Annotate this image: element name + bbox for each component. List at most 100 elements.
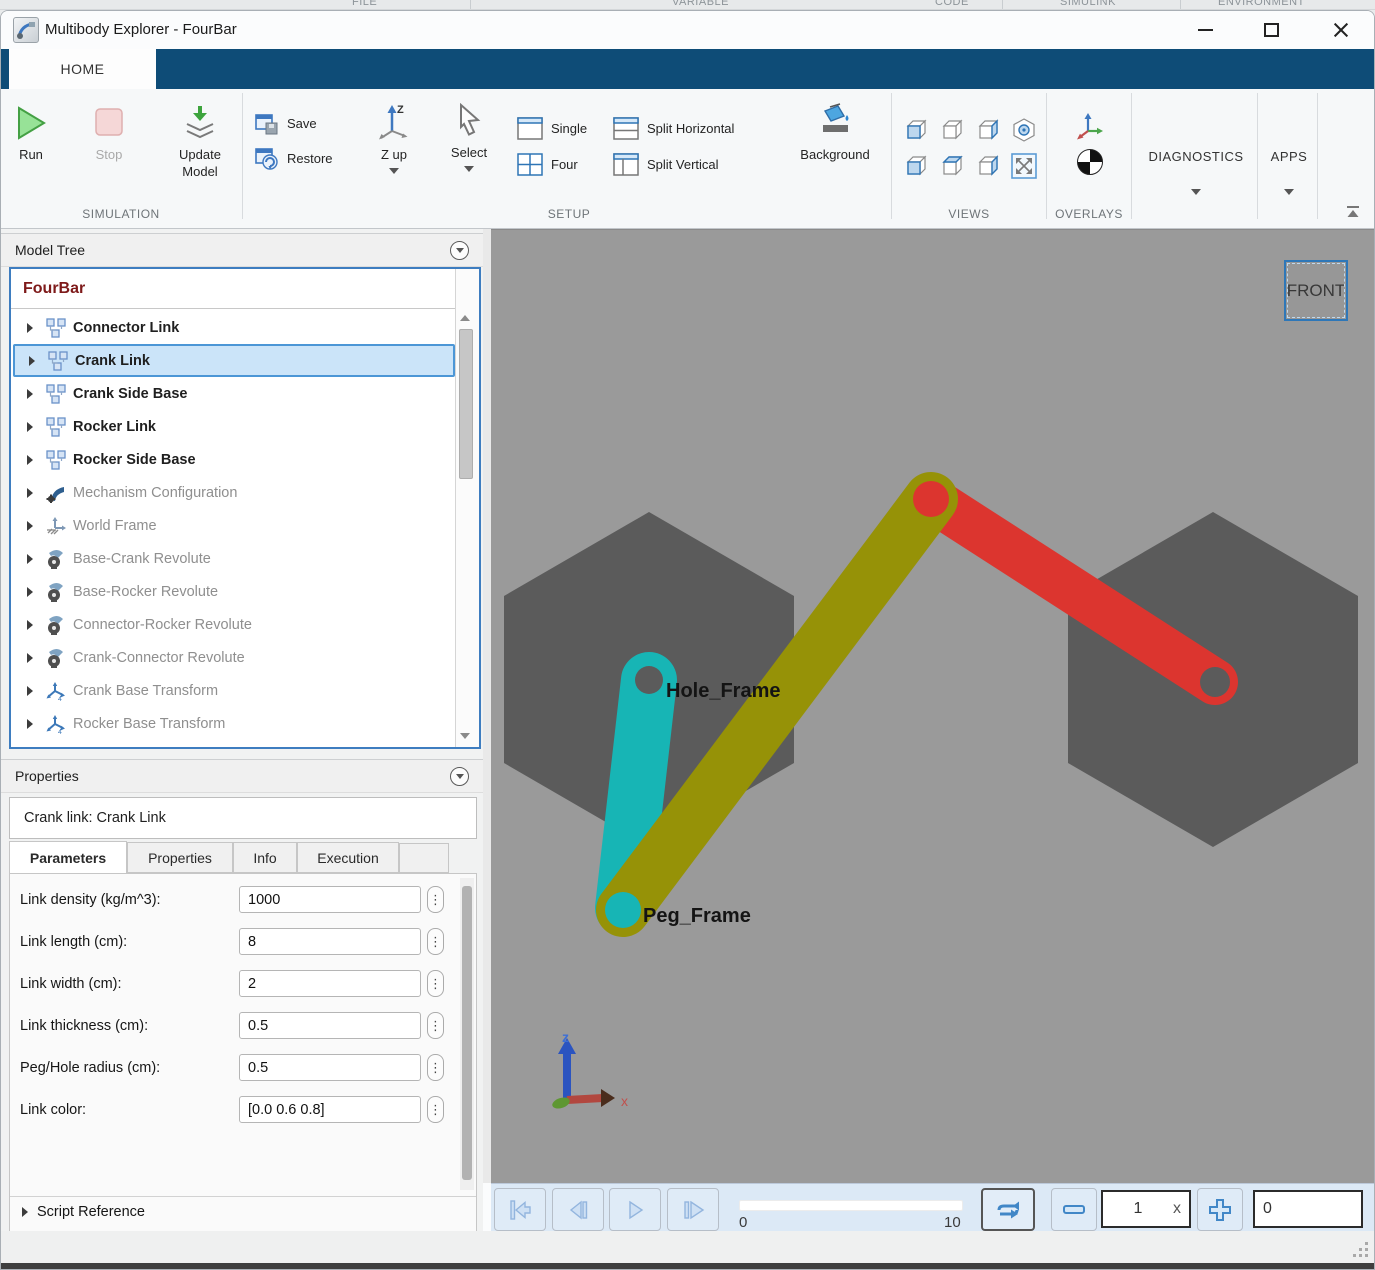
fit-to-view-button[interactable] (1011, 153, 1037, 184)
scroll-thumb[interactable] (462, 886, 472, 1180)
expand-caret-icon[interactable] (27, 455, 33, 465)
link-color-menu-button[interactable]: ⋮ (427, 1096, 444, 1123)
expand-caret-icon[interactable] (27, 323, 33, 333)
script-reference-toggle[interactable]: Script Reference (20, 1204, 145, 1220)
properties-menu-button[interactable] (450, 767, 469, 786)
viewport-3d[interactable]: Hole_Frame Peg_Frame z x FRONT (491, 229, 1375, 1183)
tab-parameters[interactable]: Parameters (9, 841, 127, 874)
play-button[interactable] (609, 1188, 661, 1231)
view-isometric-button[interactable] (1011, 117, 1037, 148)
speed-decrease-button[interactable] (1051, 1188, 1097, 1231)
tree-item-world-frame[interactable]: World Frame (13, 509, 455, 542)
expand-caret-icon[interactable] (27, 554, 33, 564)
select-button[interactable]: Select (445, 103, 493, 172)
tree-item-crank-side-base[interactable]: Crank Side Base (13, 377, 455, 410)
view-back-button[interactable] (939, 117, 965, 148)
loop-toggle-button[interactable] (981, 1188, 1035, 1231)
speed-field[interactable]: 1 x (1101, 1190, 1191, 1228)
tree-item-base-crank-revolute[interactable]: Base-Crank Revolute (13, 542, 455, 575)
view-right-button[interactable] (903, 153, 929, 184)
expand-caret-icon[interactable] (27, 488, 33, 498)
update-model-button[interactable]: Update Model (167, 105, 233, 180)
tree-item-rocker-link[interactable]: Rocker Link (13, 410, 455, 443)
tree-scrollbar[interactable] (455, 269, 479, 747)
expand-caret-icon[interactable] (27, 719, 33, 729)
link-color-input[interactable] (239, 1096, 421, 1123)
restore-view-button[interactable] (255, 147, 279, 176)
model-tree-menu-button[interactable] (450, 241, 469, 260)
tab-execution[interactable]: Execution (297, 842, 399, 873)
resize-grip[interactable] (1350, 1239, 1368, 1257)
tree-root[interactable]: FourBar (11, 269, 455, 309)
link-density-menu-button[interactable]: ⋮ (427, 886, 444, 913)
tree-item-connector-rocker-revolute[interactable]: Connector-Rocker Revolute (13, 608, 455, 641)
link-width-menu-button[interactable]: ⋮ (427, 970, 444, 997)
tree-item-rocker-side-base[interactable]: Rocker Side Base (13, 443, 455, 476)
time-slider[interactable] (739, 1200, 963, 1211)
link-density-input[interactable] (239, 886, 421, 913)
tree-item-crank-link[interactable]: Crank Link (13, 344, 455, 377)
peg-hole-radius-menu-button[interactable]: ⋮ (427, 1054, 444, 1081)
properties-scrollbar[interactable] (460, 878, 474, 1190)
expand-caret-icon[interactable] (27, 686, 33, 696)
view-front-button[interactable] (903, 117, 929, 148)
peg-hole-radius-input[interactable] (239, 1054, 421, 1081)
view-bottom-button[interactable] (975, 153, 1001, 184)
link-thickness-menu-button[interactable]: ⋮ (427, 1012, 444, 1039)
run-button[interactable]: Run (9, 105, 53, 163)
zup-button[interactable]: Z Z up (371, 103, 417, 174)
time-field[interactable]: 0 (1253, 1190, 1363, 1228)
view-top-button[interactable] (939, 153, 965, 184)
split-horizontal-label[interactable]: Split Horizontal (647, 121, 734, 136)
stop-button[interactable]: Stop (87, 105, 131, 163)
expand-caret-icon[interactable] (27, 653, 33, 663)
step-back-button[interactable] (552, 1188, 604, 1231)
single-view-label[interactable]: Single (551, 121, 587, 136)
scroll-down-icon[interactable] (460, 733, 470, 739)
link-length-menu-button[interactable]: ⋮ (427, 928, 444, 955)
minimize-button[interactable] (1182, 11, 1228, 49)
diagnostics-button[interactable]: DIAGNOSTICS (1137, 149, 1255, 164)
expand-caret-icon[interactable] (29, 356, 35, 366)
tab-properties[interactable]: Properties (127, 842, 233, 873)
split-vertical-label[interactable]: Split Vertical (647, 157, 719, 172)
save-view-label[interactable]: Save (287, 116, 317, 131)
link-length-input[interactable] (239, 928, 421, 955)
center-of-mass-overlay-button[interactable] (1077, 149, 1103, 175)
expand-caret-icon[interactable] (27, 521, 33, 531)
scroll-thumb[interactable] (459, 329, 473, 479)
tab-info[interactable]: Info (233, 842, 297, 873)
step-forward-button[interactable] (667, 1188, 719, 1231)
scroll-up-icon[interactable] (460, 315, 470, 321)
single-view-button[interactable] (517, 117, 543, 146)
apps-button[interactable]: APPS (1259, 149, 1319, 164)
expand-caret-icon[interactable] (27, 389, 33, 399)
tree-item-connector-link[interactable]: Connector Link (13, 311, 455, 344)
four-view-button[interactable] (517, 153, 543, 182)
tree-item-crank-base-transform[interactable]: Crank Base Transform (13, 674, 455, 707)
expand-caret-icon[interactable] (27, 620, 33, 630)
restore-view-label[interactable]: Restore (287, 151, 333, 166)
tab-home[interactable]: HOME (9, 49, 156, 89)
collapse-ribbon-button[interactable] (1344, 205, 1362, 224)
tree-item-mechanism-configuration[interactable]: Mechanism Configuration (13, 476, 455, 509)
tree-item-rocker-base-transform[interactable]: Rocker Base Transform (13, 707, 455, 740)
speed-increase-button[interactable] (1197, 1188, 1243, 1231)
link-thickness-input[interactable] (239, 1012, 421, 1039)
frame-overlay-button[interactable] (1075, 111, 1105, 148)
view-orientation-button[interactable]: FRONT (1284, 260, 1348, 321)
split-vertical-button[interactable] (613, 153, 639, 182)
go-to-start-button[interactable] (494, 1188, 546, 1231)
tree-item-crank-connector-revolute[interactable]: Crank-Connector Revolute (13, 641, 455, 674)
four-view-label[interactable]: Four (551, 157, 578, 172)
close-button[interactable] (1318, 11, 1364, 49)
tree-item-base-rocker-revolute[interactable]: Base-Rocker Revolute (13, 575, 455, 608)
expand-caret-icon[interactable] (27, 422, 33, 432)
view-left-button[interactable] (975, 117, 1001, 148)
split-horizontal-button[interactable] (613, 117, 639, 146)
panel-splitter[interactable] (483, 229, 491, 1183)
link-width-input[interactable] (239, 970, 421, 997)
expand-caret-icon[interactable] (27, 587, 33, 597)
save-view-button[interactable] (255, 113, 279, 140)
maximize-button[interactable] (1248, 11, 1294, 49)
